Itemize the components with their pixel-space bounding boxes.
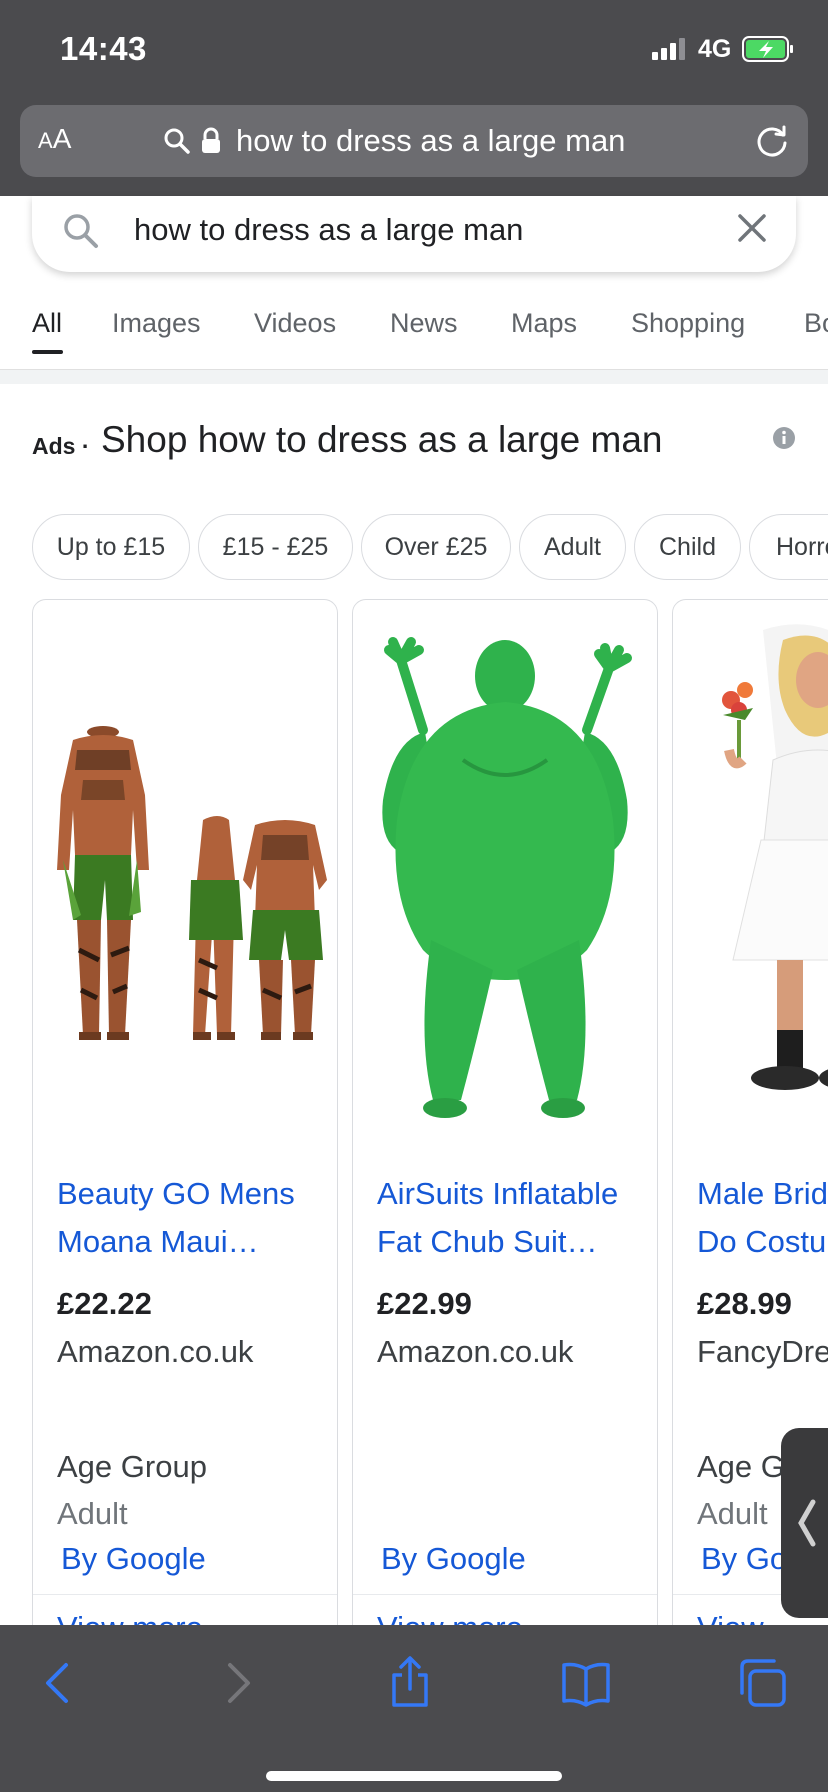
product-merchant: Amazon.co.uk (57, 1334, 254, 1369)
clear-icon[interactable] (732, 208, 772, 248)
product-title-line: Fat Chub Suit… (377, 1224, 598, 1259)
tab-all[interactable]: All (32, 308, 62, 339)
reader-aa-button[interactable]: AA (38, 123, 71, 155)
by-google-link[interactable]: By Google (381, 1541, 526, 1577)
product-title-line: Do Costu (697, 1224, 827, 1259)
card-divider (33, 1594, 337, 1595)
tab-books[interactable]: Bo (804, 308, 828, 339)
product-card[interactable]: Beauty GO Mens Moana Maui… £22.22 Amazon… (32, 599, 338, 1625)
safari-top-chrome: 14:43 4G AA how to dress as a large man (0, 0, 828, 196)
back-icon[interactable] (32, 1655, 88, 1711)
tab-maps[interactable]: Maps (511, 308, 577, 339)
battery-charging-icon (742, 36, 793, 62)
product-attribute-value: Adult (57, 1496, 128, 1531)
search-icon (164, 128, 190, 154)
search-tabs: All Images Videos News Maps Shopping Bo (0, 300, 828, 370)
home-indicator (266, 1771, 562, 1781)
product-image[interactable] (673, 620, 828, 1140)
tab-news[interactable]: News (390, 308, 458, 339)
cellular-signal-icon (652, 38, 686, 60)
product-carousel: Beauty GO Mens Moana Maui… £22.22 Amazon… (0, 599, 828, 1625)
filter-chip[interactable]: Adult (519, 514, 626, 580)
product-title-line: AirSuits Inflatable (377, 1176, 619, 1211)
lock-icon (202, 127, 220, 153)
status-bar: 14:43 4G (0, 0, 828, 96)
bookmarks-icon[interactable] (558, 1655, 614, 1711)
by-google-link[interactable]: By Go (701, 1541, 787, 1577)
reload-icon[interactable] (752, 121, 792, 161)
url-field[interactable]: how to dress as a large man (162, 119, 625, 163)
info-icon[interactable] (772, 426, 796, 450)
filter-chip[interactable]: Over £25 (361, 514, 511, 580)
filter-chip[interactable]: Child (634, 514, 741, 580)
google-search-box[interactable]: how to dress as a large man (32, 196, 796, 272)
tab-shopping[interactable]: Shopping (631, 308, 745, 339)
ads-title: Shop how to dress as a large man (101, 419, 663, 460)
product-title[interactable]: Male Brid Do Costu (697, 1170, 828, 1266)
product-image[interactable] (353, 620, 657, 1140)
search-input[interactable]: how to dress as a large man (134, 212, 523, 248)
product-card[interactable]: AirSuits Inflatable Fat Chub Suit… £22.9… (352, 599, 658, 1625)
status-time: 14:43 (60, 30, 147, 67)
product-price: £28.99 (697, 1286, 792, 1321)
share-icon[interactable] (382, 1655, 438, 1711)
network-type: 4G (698, 35, 732, 63)
ads-label-text: Ads (32, 433, 76, 459)
product-attribute-name: Age G (697, 1449, 785, 1484)
side-panel-handle[interactable] (781, 1428, 828, 1618)
aa-small-label: A (38, 128, 53, 153)
active-tab-indicator (32, 350, 63, 354)
product-title-line: Male Brid (697, 1176, 828, 1211)
aa-large-label: A (52, 123, 72, 154)
product-price: £22.99 (377, 1286, 472, 1321)
product-image[interactable] (33, 620, 337, 1140)
ads-separator: · (81, 433, 90, 459)
filter-chip[interactable]: Horro (749, 514, 828, 580)
product-title[interactable]: AirSuits Inflatable Fat Chub Suit… (377, 1170, 647, 1266)
product-merchant: Amazon.co.uk (377, 1334, 574, 1369)
tab-videos[interactable]: Videos (254, 308, 336, 339)
address-bar[interactable]: AA how to dress as a large man (20, 105, 808, 177)
price-filter-chips: Up to £15 £15 - £25 Over £25 Adult Child… (0, 514, 828, 582)
forward-icon[interactable] (208, 1655, 264, 1711)
view-more-link[interactable]: View more (377, 1610, 523, 1625)
by-google-link[interactable]: By Google (61, 1541, 206, 1577)
product-attribute-value: Adult (697, 1496, 768, 1531)
chevron-left-icon (798, 1499, 816, 1547)
url-text: how to dress as a large man (236, 123, 626, 158)
filter-chip[interactable]: Up to £15 (32, 514, 190, 580)
view-more-link[interactable]: View (697, 1610, 764, 1625)
ads-label: Ads · (32, 433, 90, 460)
product-merchant: FancyDre (697, 1334, 828, 1369)
safari-toolbar (0, 1625, 828, 1792)
section-divider (0, 369, 828, 384)
search-icon[interactable] (60, 210, 102, 252)
product-title-line: Beauty GO Mens (57, 1176, 295, 1211)
product-price: £22.22 (57, 1286, 152, 1321)
card-divider (353, 1594, 657, 1595)
product-attribute-name: Age Group (57, 1449, 207, 1484)
filter-chip[interactable]: £15 - £25 (198, 514, 353, 580)
product-title[interactable]: Beauty GO Mens Moana Maui… (57, 1170, 327, 1266)
product-title-line: Moana Maui… (57, 1224, 259, 1259)
tabs-icon[interactable] (734, 1655, 790, 1711)
tab-images[interactable]: Images (112, 308, 201, 339)
view-more-link[interactable]: View more (57, 1610, 203, 1625)
